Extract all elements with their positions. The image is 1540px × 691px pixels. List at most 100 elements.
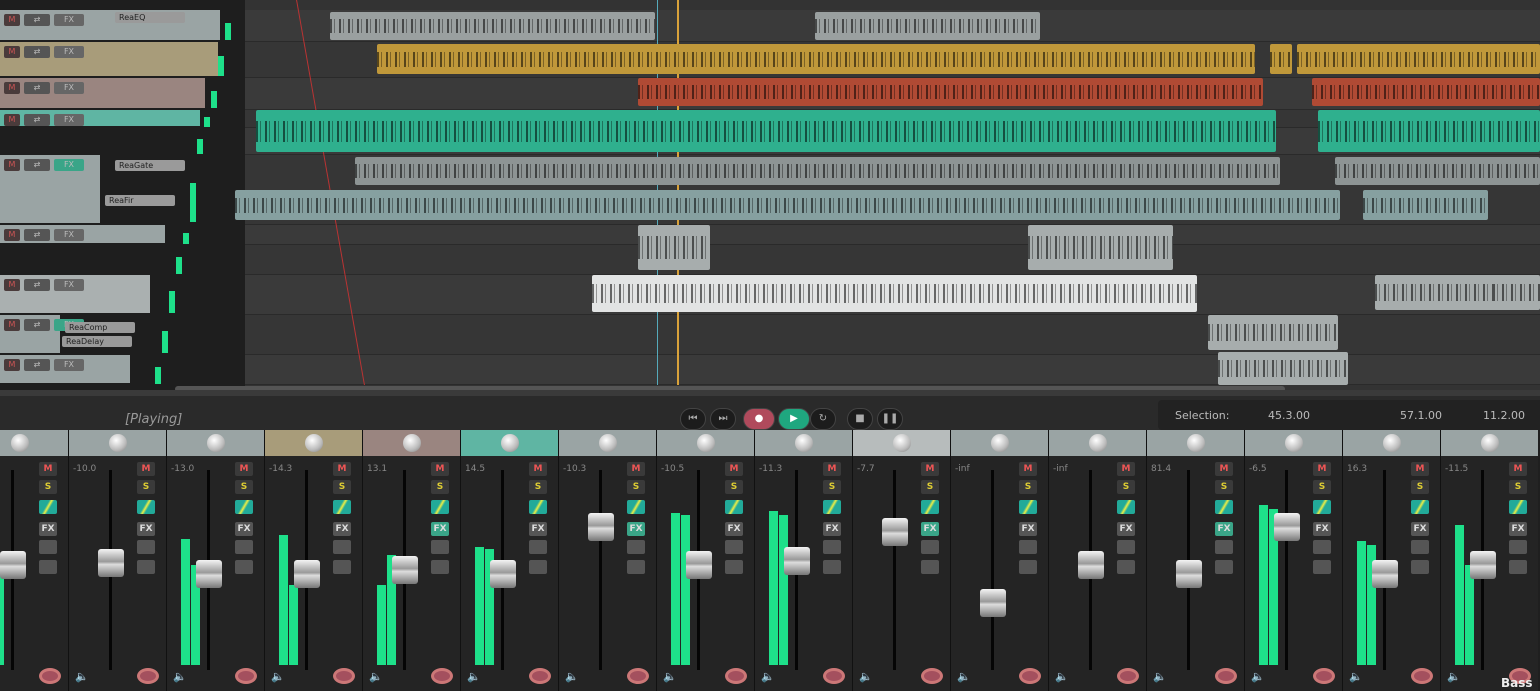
phase-button[interactable] bbox=[431, 500, 449, 514]
envelope-button[interactable] bbox=[235, 560, 253, 574]
fx-bypass-button[interactable] bbox=[1509, 540, 1527, 554]
route-button[interactable]: ⇄ bbox=[24, 46, 50, 58]
envelope-button[interactable] bbox=[725, 560, 743, 574]
record-arm-button[interactable] bbox=[921, 668, 943, 684]
volume-fader[interactable] bbox=[980, 588, 1006, 617]
media-item[interactable] bbox=[638, 78, 1263, 106]
mute-button[interactable]: M bbox=[431, 462, 449, 476]
fx-slot[interactable]: ReaDelay bbox=[62, 336, 132, 347]
track-header[interactable]: M⇄FX bbox=[0, 110, 200, 126]
repeat-button[interactable]: ↻ bbox=[810, 408, 836, 430]
solo-button[interactable]: S bbox=[431, 480, 449, 494]
fx-bypass-button[interactable] bbox=[1215, 540, 1233, 554]
mute-button[interactable]: M bbox=[725, 462, 743, 476]
speaker-icon[interactable]: 🔈 bbox=[467, 670, 481, 683]
record-arm-button[interactable] bbox=[235, 668, 257, 684]
mute-button[interactable]: M bbox=[4, 229, 20, 241]
record-arm-button[interactable] bbox=[529, 668, 551, 684]
media-item[interactable] bbox=[377, 44, 1255, 74]
speaker-icon[interactable]: 🔈 bbox=[859, 670, 873, 683]
phase-button[interactable] bbox=[627, 500, 645, 514]
record-arm-button[interactable] bbox=[725, 668, 747, 684]
phase-button[interactable] bbox=[1215, 500, 1233, 514]
selection-end[interactable]: 57.1.00 bbox=[1400, 409, 1442, 422]
solo-button[interactable]: S bbox=[333, 480, 351, 494]
media-item[interactable] bbox=[1318, 110, 1540, 152]
track-header[interactable]: M⇄FX bbox=[0, 315, 84, 353]
fx-button[interactable]: FX bbox=[627, 522, 645, 536]
speaker-icon[interactable]: 🔈 bbox=[565, 670, 579, 683]
fx-button[interactable]: FX bbox=[1117, 522, 1135, 536]
mute-button[interactable]: M bbox=[39, 462, 57, 476]
media-item[interactable] bbox=[815, 12, 1040, 40]
fx-button[interactable]: FX bbox=[921, 522, 939, 536]
volume-fader[interactable] bbox=[882, 518, 908, 547]
record-arm-button[interactable] bbox=[333, 668, 355, 684]
media-item[interactable] bbox=[1312, 78, 1540, 106]
track-lane[interactable] bbox=[245, 225, 1540, 245]
selection-length[interactable]: 11.2.00 bbox=[1483, 409, 1525, 422]
pan-knob[interactable] bbox=[1187, 434, 1205, 452]
solo-button[interactable]: S bbox=[823, 480, 841, 494]
envelope-button[interactable] bbox=[921, 560, 939, 574]
pan-knob[interactable] bbox=[305, 434, 323, 452]
fx-button[interactable]: FX bbox=[725, 522, 743, 536]
speaker-icon[interactable]: 🔈 bbox=[75, 670, 89, 683]
mute-button[interactable]: M bbox=[4, 319, 20, 331]
route-button[interactable]: ⇄ bbox=[24, 319, 50, 331]
fx-slot[interactable]: ReaFir bbox=[105, 195, 175, 206]
route-button[interactable]: ⇄ bbox=[24, 82, 50, 94]
solo-button[interactable]: S bbox=[1313, 480, 1331, 494]
fx-bypass-button[interactable] bbox=[431, 540, 449, 554]
envelope-button[interactable] bbox=[431, 560, 449, 574]
record-arm-button[interactable] bbox=[823, 668, 845, 684]
mute-button[interactable]: M bbox=[137, 462, 155, 476]
fx-button[interactable]: FX bbox=[39, 522, 57, 536]
pan-knob[interactable] bbox=[795, 434, 813, 452]
record-arm-button[interactable] bbox=[1215, 668, 1237, 684]
fx-button[interactable]: FX bbox=[54, 229, 84, 241]
fx-button[interactable]: FX bbox=[1411, 522, 1429, 536]
fx-bypass-button[interactable] bbox=[725, 540, 743, 554]
media-item[interactable] bbox=[1363, 190, 1488, 220]
envelope-button[interactable] bbox=[1019, 560, 1037, 574]
volume-fader[interactable] bbox=[98, 548, 124, 577]
track-lane[interactable] bbox=[245, 245, 1540, 275]
pan-knob[interactable] bbox=[403, 434, 421, 452]
fx-slot[interactable]: ReaEQ bbox=[115, 12, 185, 23]
phase-button[interactable] bbox=[39, 500, 57, 514]
volume-fader[interactable] bbox=[1078, 550, 1104, 579]
volume-fader[interactable] bbox=[1470, 550, 1496, 579]
record-arm-button[interactable] bbox=[1019, 668, 1041, 684]
phase-button[interactable] bbox=[333, 500, 351, 514]
mute-button[interactable]: M bbox=[4, 279, 20, 291]
envelope-button[interactable] bbox=[1509, 560, 1527, 574]
solo-button[interactable]: S bbox=[1411, 480, 1429, 494]
fx-button[interactable]: FX bbox=[1019, 522, 1037, 536]
mute-button[interactable]: M bbox=[1215, 462, 1233, 476]
envelope-button[interactable] bbox=[529, 560, 547, 574]
media-item[interactable] bbox=[1335, 157, 1540, 185]
envelope-button[interactable] bbox=[1313, 560, 1331, 574]
mute-button[interactable]: M bbox=[333, 462, 351, 476]
mute-button[interactable]: M bbox=[4, 82, 20, 94]
phase-button[interactable] bbox=[529, 500, 547, 514]
fx-bypass-button[interactable] bbox=[1019, 540, 1037, 554]
fx-bypass-button[interactable] bbox=[823, 540, 841, 554]
record-arm-button[interactable] bbox=[1411, 668, 1433, 684]
mute-button[interactable]: M bbox=[4, 46, 20, 58]
media-item[interactable] bbox=[1493, 275, 1540, 310]
fx-button[interactable]: FX bbox=[54, 114, 84, 126]
fx-bypass-button[interactable] bbox=[1313, 540, 1331, 554]
speaker-icon[interactable]: 🔈 bbox=[663, 670, 677, 683]
media-item[interactable] bbox=[1028, 225, 1173, 270]
pan-knob[interactable] bbox=[501, 434, 519, 452]
solo-button[interactable]: S bbox=[1509, 480, 1527, 494]
fx-bypass-button[interactable] bbox=[921, 540, 939, 554]
record-arm-button[interactable] bbox=[39, 668, 61, 684]
volume-fader[interactable] bbox=[588, 512, 614, 541]
fx-bypass-button[interactable] bbox=[39, 540, 57, 554]
phase-button[interactable] bbox=[1411, 500, 1429, 514]
media-item[interactable] bbox=[1218, 352, 1348, 385]
speaker-icon[interactable]: 🔈 bbox=[369, 670, 383, 683]
